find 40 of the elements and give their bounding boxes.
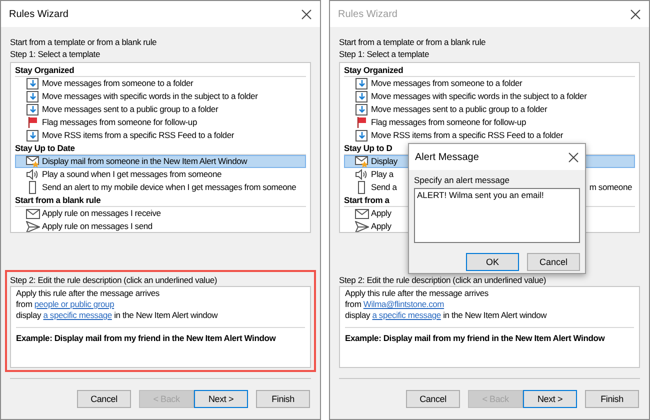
item-text: Move messages from someone to a folder (42, 77, 194, 90)
description-line: display a specific message in the New Item Alert window (345, 310, 548, 321)
item-text: Move messages sent to a public group to a folder (371, 103, 548, 116)
item-text: Display (371, 155, 398, 168)
item-text: Display mail from someone in the New Item Alert Window (42, 155, 248, 168)
group-header: Stay Organized (344, 64, 635, 77)
description-line: Apply this rule after the message arrives (345, 288, 490, 299)
window-title: Rules Wizard (9, 8, 68, 22)
item-text: Move RSS items from a specific RSS Feed to a folder (42, 129, 234, 142)
item-text: Play a sound when I get messages from someone (42, 168, 222, 181)
item-text: Move messages from someone to a folder (371, 77, 522, 90)
item-text: Apply rule on messages I receive (42, 207, 161, 220)
item-text: Play a (371, 168, 394, 181)
description-line: Apply this rule after the message arrives (16, 288, 160, 299)
item-text: Flag messages from someone for follow-up (371, 116, 526, 129)
step-label: Step 1: Select a template (10, 48, 101, 60)
step-label: Step 2: Edit the rule description (click an underlined value) (339, 274, 548, 286)
item-text: Apply rule on messages I send (42, 220, 152, 232)
item-text: Move messages with specific words in the subject to a folder (42, 90, 258, 103)
step-label: Step 1: Select a template (339, 48, 430, 60)
item-text: m someone (589, 181, 633, 194)
item-text: Send a (371, 181, 397, 194)
description-line: from people or public group (16, 299, 116, 310)
intro-text: Start from a template or from a blank rule (10, 36, 158, 48)
item-text: Flag messages from someone for follow-up (42, 116, 197, 129)
intro-text: Start from a template or from a blank rule (339, 36, 487, 48)
window-title: Rules Wizard (338, 8, 398, 22)
item-text: Apply (371, 207, 392, 220)
item-text: Move RSS items from a specific RSS Feed to a folder (371, 129, 563, 142)
item-text: Apply (371, 220, 392, 232)
description-line: display a specific message in the New Item Alert window (16, 310, 219, 321)
step-label: Step 2: Edit the rule description (click an underlined value) (10, 274, 218, 286)
item-text: Move messages sent to a public group to a folder (42, 103, 218, 116)
group-header: Stay Organized (15, 64, 306, 77)
group-header: Start from a blank rule (15, 194, 306, 207)
item-text: Move messages with specific words in the subject to a folder (371, 90, 587, 103)
example-text: Example: Display mail from my friend in the New Item Alert Window (345, 333, 605, 343)
description-line: from Wilma@flintstone.com (345, 299, 446, 310)
example-text: Example: Display mail from my friend in the New Item Alert Window (16, 333, 276, 343)
prompt-text: Specify an alert message (414, 174, 510, 186)
